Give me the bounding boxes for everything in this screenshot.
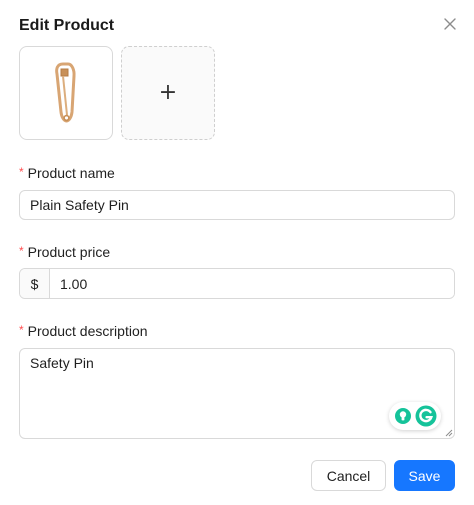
product-image-thumbnail[interactable] bbox=[19, 46, 113, 140]
save-button[interactable]: Save bbox=[394, 460, 455, 491]
product-price-input[interactable] bbox=[50, 269, 454, 298]
required-mark: * bbox=[19, 165, 24, 179]
close-button[interactable] bbox=[440, 14, 460, 34]
safety-pin-icon bbox=[55, 62, 76, 123]
required-mark: * bbox=[19, 323, 24, 337]
product-price-label-text: Product price bbox=[27, 244, 111, 260]
add-image-button[interactable]: + bbox=[121, 46, 215, 140]
cancel-button[interactable]: Cancel bbox=[311, 460, 386, 491]
close-icon bbox=[444, 18, 456, 30]
grammarly-logo-icon[interactable] bbox=[415, 405, 437, 427]
product-description-textarea[interactable]: Safety Pin bbox=[19, 348, 455, 439]
product-price-group: $ bbox=[19, 268, 455, 299]
required-mark: * bbox=[19, 244, 24, 258]
product-price-label: * Product price bbox=[19, 244, 110, 260]
grammarly-widget[interactable] bbox=[389, 402, 441, 430]
resize-handle-icon[interactable] bbox=[444, 428, 453, 437]
edit-product-modal: Edit Product + *Product name *Product pr… bbox=[0, 0, 474, 505]
product-name-input[interactable] bbox=[19, 190, 455, 220]
product-description-label: * Product description bbox=[19, 323, 148, 339]
currency-addon: $ bbox=[20, 269, 50, 298]
product-name-label-text: Product name bbox=[27, 165, 115, 181]
plus-icon: + bbox=[158, 80, 178, 105]
lightbulb-icon[interactable] bbox=[394, 407, 412, 425]
modal-title: Edit Product bbox=[19, 17, 115, 34]
product-description-label-text: Product description bbox=[27, 323, 148, 339]
product-name-label: * Product name bbox=[19, 165, 115, 181]
